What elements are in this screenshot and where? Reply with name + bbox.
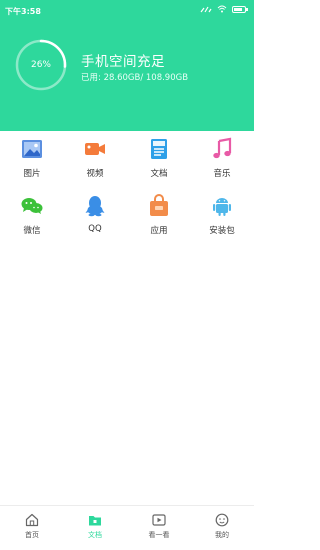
category-music[interactable]: 音乐 — [190, 131, 254, 187]
music-note-icon — [213, 137, 232, 159]
category-label: 视频 — [86, 169, 104, 179]
profile-face-icon — [215, 513, 229, 527]
category-qq[interactable]: QQ — [63, 188, 127, 244]
category-images[interactable]: 图片 — [0, 131, 64, 187]
nav-profile[interactable]: 我的 — [190, 513, 254, 547]
nav-label: 我的 — [215, 531, 229, 539]
bottom-nav: 首页 文档 看一看 我的 — [0, 505, 254, 550]
image-icon — [22, 140, 42, 158]
category-label: 微信 — [23, 226, 41, 236]
category-documents[interactable]: 文档 — [127, 131, 191, 187]
category-apps[interactable]: 应用 — [127, 188, 191, 244]
folder-icon — [89, 516, 101, 526]
nav-label: 文档 — [88, 531, 102, 539]
category-label: 应用 — [150, 226, 168, 236]
android-icon — [213, 198, 231, 216]
shopping-bag-icon — [150, 194, 168, 216]
status-icons — [200, 5, 248, 13]
status-time: 下午3:58 — [5, 7, 41, 16]
wifi-icon — [217, 5, 227, 13]
category-label: 文档 — [150, 169, 168, 179]
storage-header: 下午3:58 26% 手机空间充足 已用: 28.60GB/ 108.90GB — [0, 0, 254, 131]
nav-label: 看一看 — [148, 531, 170, 539]
category-label: 安装包 — [209, 226, 235, 236]
wechat-icon — [21, 198, 43, 214]
storage-used-text: 已用: 28.60GB/ 108.90GB — [81, 73, 189, 83]
nav-label: 首页 — [25, 531, 39, 539]
nav-watch[interactable]: 看一看 — [127, 513, 191, 547]
home-icon — [25, 513, 39, 527]
category-label: 图片 — [23, 169, 41, 179]
storage-title: 手机空间充足 — [81, 54, 165, 70]
nav-home[interactable]: 首页 — [0, 513, 64, 547]
video-camera-icon — [85, 143, 105, 155]
category-label: 音乐 — [213, 169, 231, 179]
play-icon — [152, 514, 166, 526]
category-apk[interactable]: 安装包 — [190, 188, 254, 244]
document-icon — [151, 139, 167, 159]
qq-penguin-icon — [85, 196, 105, 217]
signal-icon — [200, 6, 212, 13]
storage-percent: 26% — [30, 60, 51, 70]
status-bar: 下午3:58 — [0, 0, 254, 22]
battery-icon — [232, 5, 248, 13]
category-videos[interactable]: 视频 — [63, 131, 127, 187]
nav-documents[interactable]: 文档 — [63, 513, 127, 547]
category-label: QQ — [88, 224, 102, 234]
category-wechat[interactable]: 微信 — [0, 188, 64, 244]
